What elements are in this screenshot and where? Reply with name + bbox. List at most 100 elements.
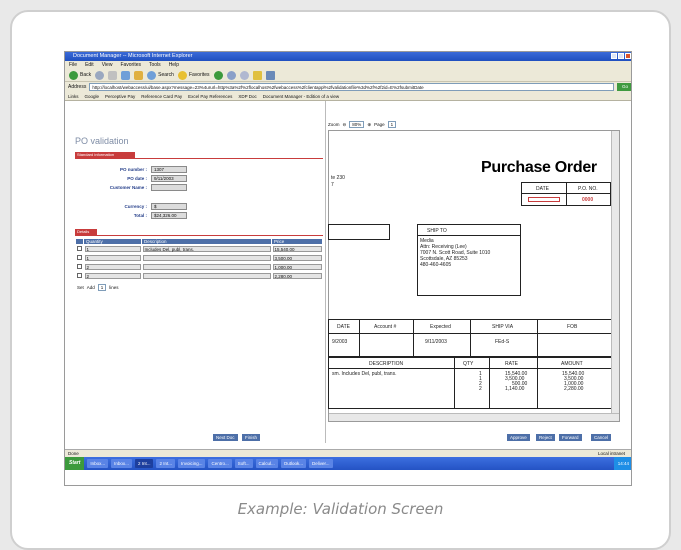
taskbar-item[interactable]: Inbox... [87, 459, 109, 468]
box-line [566, 182, 567, 206]
price-cell[interactable]: 15,540.00 [272, 246, 322, 253]
back-button[interactable]: Back [69, 70, 91, 80]
media-icon[interactable] [213, 70, 223, 80]
customer-name-field[interactable] [151, 184, 187, 191]
favorites-button[interactable]: Favorites [177, 70, 210, 80]
screenshot: Document Manager -- Microsoft Internet E… [64, 51, 632, 486]
po-date-field[interactable]: 9/11/2003 [151, 175, 187, 182]
go-button[interactable]: Go [617, 83, 631, 91]
line-count-select[interactable]: 1 [97, 284, 107, 291]
search-button[interactable]: Search [147, 70, 174, 80]
taskbar-item[interactable]: 2 Int... [156, 459, 175, 468]
finish-button[interactable]: Finish [242, 434, 261, 441]
link-item[interactable]: Excel Pay References [188, 94, 232, 99]
history-icon[interactable] [226, 70, 236, 80]
vertical-scrollbar[interactable] [611, 131, 619, 421]
taskbar-item[interactable]: Calcul... [255, 459, 278, 468]
link-item[interactable]: XDP Doc [238, 94, 256, 99]
menu-view[interactable]: View [102, 61, 113, 69]
links-bar: Links Google Perceptive Pay Reference Ca… [65, 92, 631, 101]
box-line [417, 235, 521, 236]
quantity-cell[interactable]: 1 [84, 255, 141, 261]
page-select[interactable]: 1 [387, 121, 397, 128]
zoom-out-icon[interactable]: ⊖ [343, 122, 347, 128]
row-checkbox[interactable] [76, 273, 82, 278]
quantity-cell[interactable]: 2 [84, 273, 141, 279]
start-button[interactable]: Start [65, 457, 85, 470]
currency-field[interactable]: $ [151, 203, 187, 210]
home-icon[interactable] [134, 70, 144, 80]
price-cell[interactable]: 1,000.00 [272, 264, 322, 270]
link-item[interactable]: Perceptive Pay [105, 94, 135, 99]
stop-icon[interactable] [108, 70, 118, 80]
menu-help[interactable]: Help [169, 61, 179, 69]
taskbar-item[interactable]: Centro... [208, 459, 232, 468]
maximize-icon[interactable] [618, 53, 624, 59]
document-title: Purchase Order [481, 159, 597, 176]
ship-to-line: 480-460-4605 [420, 262, 452, 268]
cancel-button[interactable]: Cancel [591, 434, 612, 441]
forward-arrow-icon[interactable] [95, 70, 105, 80]
reject-button[interactable]: Reject [536, 434, 555, 441]
item-description: sm. Includes Del, publ, trans. [332, 371, 397, 377]
items-header: RATE [505, 361, 518, 367]
forward-button[interactable]: Forward [559, 434, 582, 441]
menu-favorites[interactable]: Favorites [120, 61, 141, 69]
taskbar-item[interactable]: Inbox... [111, 459, 132, 468]
mail-icon[interactable] [239, 70, 249, 80]
link-item[interactable]: Document Manager - Edition of a view [263, 94, 339, 99]
add-lines-suffix: lines [109, 285, 119, 290]
terms-value: FEd-S [495, 339, 510, 345]
row-checkbox[interactable] [76, 246, 82, 252]
link-item[interactable]: Reference Card Pay [141, 94, 182, 99]
row-checkbox[interactable] [76, 255, 82, 260]
print-icon[interactable] [265, 70, 275, 80]
close-icon[interactable] [625, 53, 631, 59]
address-input[interactable]: http://localhost/webaccess/ui/base.aspx?… [89, 83, 614, 91]
total-field[interactable]: $24,326.00 [151, 212, 187, 219]
taskbar-item[interactable]: Deliver... [309, 459, 333, 468]
menu-edit[interactable]: Edit [85, 61, 94, 69]
description-cell[interactable]: Includes Del, publ, trans. [142, 246, 271, 253]
row-checkbox[interactable] [76, 264, 82, 269]
next-doc-button[interactable]: Next Doc [213, 434, 238, 441]
taskbar-item[interactable]: Invoicing... [177, 459, 206, 468]
zoom-select[interactable]: 80% [349, 121, 365, 128]
horizontal-scrollbar[interactable] [329, 413, 619, 421]
po-number-field[interactable]: 1307 [151, 166, 187, 173]
taskbar-item[interactable]: Outlook... [280, 459, 307, 468]
taskbar-item[interactable]: Soft... [234, 459, 253, 468]
menu-tools[interactable]: Tools [149, 61, 161, 69]
box-line [489, 357, 490, 409]
back-arrow-icon [69, 70, 78, 80]
customer-name-label: Customer Name : [109, 185, 147, 190]
description-cell[interactable] [142, 273, 271, 279]
table-row: 1 3,500.00 [76, 254, 323, 263]
box-line [413, 319, 414, 357]
page-label: Page [374, 122, 385, 127]
taskbar-item[interactable]: 2 Int... [134, 459, 154, 468]
zoom-controls: Zoom ⊖ 80% ⊕ Page 1 [328, 121, 397, 128]
approve-button[interactable]: Approve [507, 434, 530, 441]
address-fragment: te 230 [331, 175, 345, 181]
refresh-icon[interactable] [121, 70, 131, 80]
item-amount: 2,280.00 [564, 386, 584, 392]
description-cell[interactable] [142, 255, 271, 261]
minimize-icon[interactable] [611, 53, 617, 59]
terms-header: FOB [567, 324, 578, 330]
quantity-cell[interactable]: 2 [84, 264, 141, 270]
window-title: Document Manager -- Microsoft Internet E… [73, 53, 193, 59]
price-cell[interactable]: 2,280.00 [272, 273, 322, 279]
menu-file[interactable]: File [69, 61, 77, 69]
folder-icon[interactable] [252, 70, 262, 80]
zoom-in-icon[interactable]: ⊕ [367, 122, 371, 128]
box-line [454, 357, 455, 409]
description-cell[interactable] [142, 264, 271, 270]
total-label: Total : [133, 213, 147, 218]
section-divider [75, 158, 323, 159]
quantity-cell[interactable]: 1 [84, 246, 141, 253]
price-cell[interactable]: 3,500.00 [272, 255, 322, 261]
link-item[interactable]: Google [85, 94, 100, 99]
po-number-label: PO number : [119, 167, 147, 172]
add-lines-prefix: Set [77, 285, 84, 290]
